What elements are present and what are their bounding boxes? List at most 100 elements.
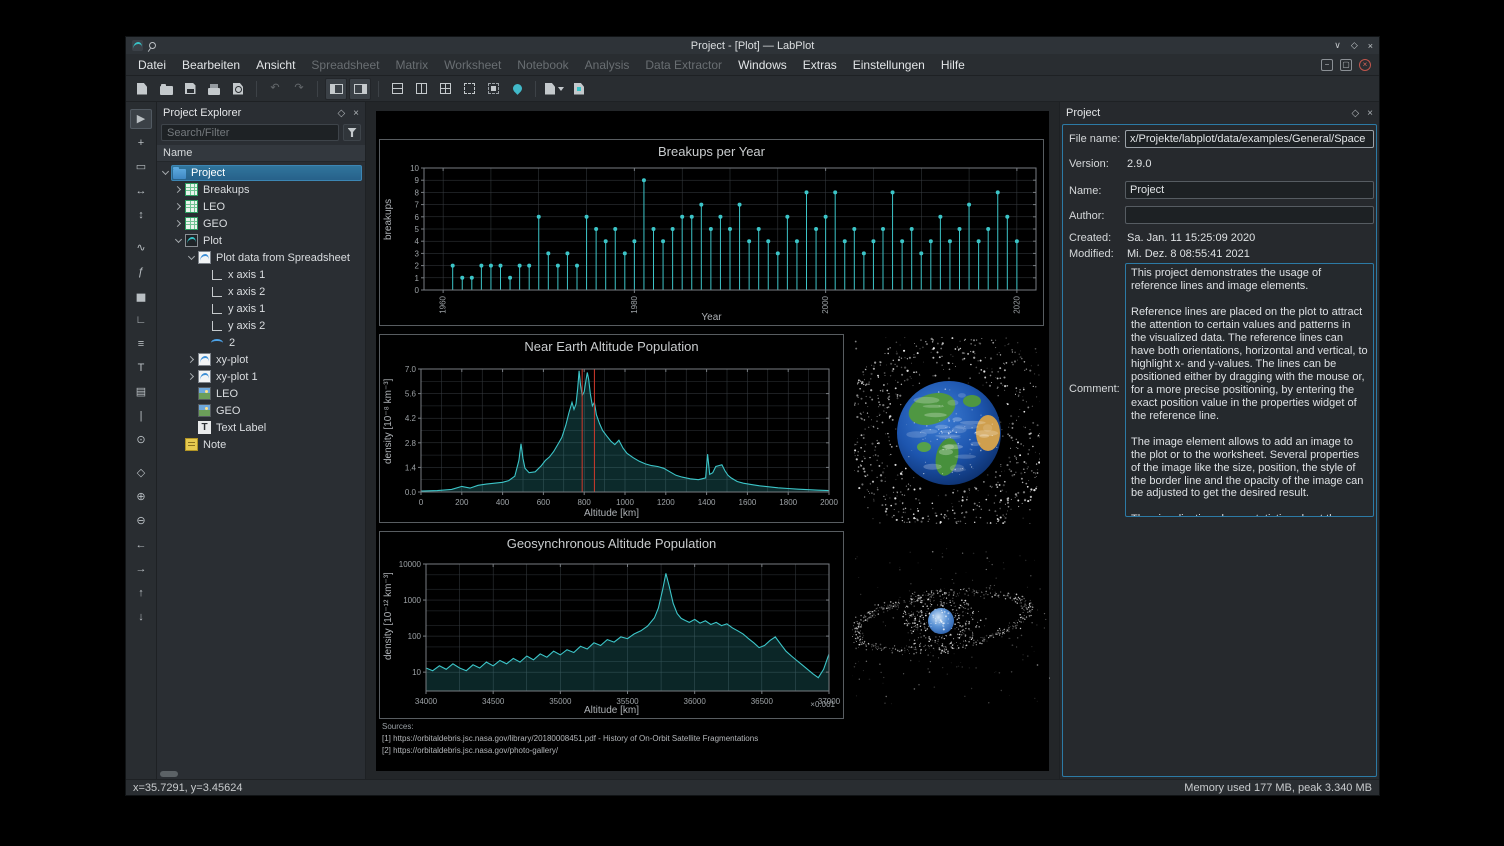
tree-item-xy-plot-1[interactable]: xy-plot 1 — [157, 368, 365, 385]
comment-textarea[interactable]: This project demonstrates the usage of r… — [1125, 263, 1374, 517]
collapse-icon[interactable] — [172, 239, 184, 242]
select-all-button[interactable] — [482, 78, 504, 100]
vertical-layout-button[interactable] — [386, 78, 408, 100]
sources-note[interactable]: Sources: [1] https://orbitaldebris.jsc.n… — [382, 721, 758, 757]
background-color-button[interactable] — [506, 78, 528, 100]
close-dock-icon[interactable]: × — [1367, 108, 1373, 119]
explorer-horizontal-scrollbar[interactable] — [160, 771, 362, 777]
zoom-x-select-button[interactable]: ↔ — [130, 181, 152, 201]
horizontal-layout-button[interactable] — [410, 78, 432, 100]
earth-debris-image[interactable] — [854, 337, 1040, 524]
shift-right-x-button[interactable]: → — [130, 559, 152, 579]
zoom-out-button[interactable]: ⊖ — [130, 511, 152, 531]
tree-column-header[interactable]: Name — [157, 145, 365, 162]
zoom-y-select-button[interactable]: ↕ — [130, 205, 152, 225]
file-name-input[interactable] — [1125, 130, 1374, 148]
plot-breakups-per-year[interactable]: Breakups per Year 1960198020002020012345… — [379, 139, 1044, 326]
add-reference-line-button[interactable]: | — [130, 406, 152, 426]
worksheet-canvas[interactable]: Breakups per Year 1960198020002020012345… — [376, 111, 1049, 771]
add-new-button[interactable] — [543, 78, 566, 100]
auto-scale-button[interactable]: ◇ — [130, 463, 152, 483]
add-axis-button[interactable]: ∟ — [130, 310, 152, 330]
tree-item-xy-plot[interactable]: xy-plot — [157, 351, 365, 368]
titlebar[interactable]: Project - [Plot] — LabPlot ∨ ◇ × — [126, 37, 1379, 54]
select-cursor-button[interactable]: ▶ — [130, 109, 152, 129]
pin-icon[interactable] — [148, 41, 158, 51]
add-custom-point-button[interactable]: ⊙ — [130, 430, 152, 450]
crosshair-button[interactable]: + — [130, 133, 152, 153]
tree-item-breakups[interactable]: Breakups — [157, 181, 365, 198]
name-input[interactable] — [1125, 181, 1374, 199]
expand-icon[interactable] — [172, 221, 184, 226]
break-layout-button[interactable] — [458, 78, 480, 100]
add-histogram-button[interactable]: ▅ — [130, 286, 152, 306]
zoom-select-button[interactable]: ▭ — [130, 157, 152, 177]
scrollbar-handle[interactable] — [160, 771, 178, 777]
author-input[interactable] — [1125, 206, 1374, 224]
float-dock-icon[interactable]: ◇ — [1351, 108, 1359, 119]
add-text-label-button[interactable]: T — [130, 358, 152, 378]
maximize-window-icon[interactable]: ◇ — [1351, 40, 1358, 51]
tree-item-y-axis-1[interactable]: y axis 1 — [157, 300, 365, 317]
plot-geosynchronous-altitude[interactable]: Geosynchronous Altitude Population 34000… — [379, 531, 844, 719]
menu-extras[interactable]: Extras — [795, 56, 845, 74]
shift-left-x-button[interactable]: ← — [130, 535, 152, 555]
properties-header[interactable]: Project ◇ × — [1060, 102, 1379, 124]
tree-item-plot-data-from-spreadsheet[interactable]: Plot data from Spreadsheet — [157, 249, 365, 266]
document-open-button[interactable] — [155, 78, 177, 100]
shade-window-icon[interactable]: ∨ — [1334, 40, 1341, 51]
tree-item-project[interactable]: Project — [157, 164, 365, 181]
restore-child-icon[interactable]: ▢ — [1340, 59, 1352, 71]
document-save-button[interactable] — [179, 78, 201, 100]
tree-item-2[interactable]: 2 — [157, 334, 365, 351]
expand-icon[interactable] — [172, 204, 184, 209]
tree-item-geo[interactable]: GEO — [157, 215, 365, 232]
project-explorer-header[interactable]: Project Explorer ◇ × — [157, 102, 365, 124]
minimize-child-icon[interactable]: − — [1321, 59, 1333, 71]
shift-up-y-button[interactable]: ↑ — [130, 583, 152, 603]
menu-bearbeiten[interactable]: Bearbeiten — [174, 56, 248, 74]
print-button[interactable] — [203, 78, 225, 100]
export-button[interactable] — [568, 78, 590, 100]
close-window-icon[interactable]: × — [1368, 41, 1373, 51]
add-image-button[interactable]: ▤ — [130, 382, 152, 402]
float-dock-icon[interactable]: ◇ — [337, 108, 345, 119]
tree-item-plot[interactable]: Plot — [157, 232, 365, 249]
tree-item-text-label[interactable]: Text Label — [157, 419, 365, 436]
add-xy-curve-button[interactable]: ∿ — [130, 238, 152, 258]
geo-debris-ring-image[interactable] — [852, 545, 1050, 705]
menu-datei[interactable]: Datei — [130, 56, 174, 74]
collapse-icon[interactable] — [185, 256, 197, 259]
add-equation-curve-button[interactable]: ƒ — [130, 262, 152, 282]
close-child-icon[interactable]: × — [1359, 59, 1371, 71]
grid-layout-button[interactable] — [434, 78, 456, 100]
search-input[interactable] — [161, 124, 339, 141]
tree-item-leo[interactable]: LEO — [157, 198, 365, 215]
add-legend-button[interactable]: ≡ — [130, 334, 152, 354]
collapse-icon[interactable] — [159, 171, 171, 174]
menu-einstellungen[interactable]: Einstellungen — [845, 56, 933, 74]
redo-button[interactable]: ↷ — [288, 78, 310, 100]
menu-windows[interactable]: Windows — [730, 56, 795, 74]
tree-item-y-axis-2[interactable]: y axis 2 — [157, 317, 365, 334]
tree-item-x-axis-2[interactable]: x axis 2 — [157, 283, 365, 300]
expand-icon[interactable] — [172, 187, 184, 192]
undo-button[interactable]: ↶ — [264, 78, 286, 100]
close-dock-icon[interactable]: × — [353, 108, 359, 119]
print-preview-button[interactable] — [227, 78, 249, 100]
menu-ansicht[interactable]: Ansicht — [248, 56, 303, 74]
plot-near-earth-altitude[interactable]: Near Earth Altitude Population 020040060… — [379, 334, 844, 523]
expand-icon[interactable] — [185, 374, 197, 379]
toggle-project-explorer-button[interactable] — [325, 78, 347, 100]
menu-hilfe[interactable]: Hilfe — [933, 56, 973, 74]
document-new-button[interactable] — [131, 78, 153, 100]
toggle-properties-explorer-button[interactable] — [349, 78, 371, 100]
tree-item-note[interactable]: Note — [157, 436, 365, 453]
tree-item-x-axis-1[interactable]: x axis 1 — [157, 266, 365, 283]
expand-icon[interactable] — [185, 357, 197, 362]
zoom-in-button[interactable]: ⊕ — [130, 487, 152, 507]
filter-options-button[interactable] — [343, 124, 361, 141]
tree-item-geo[interactable]: GEO — [157, 402, 365, 419]
tree-item-leo[interactable]: LEO — [157, 385, 365, 402]
shift-down-y-button[interactable]: ↓ — [130, 607, 152, 627]
